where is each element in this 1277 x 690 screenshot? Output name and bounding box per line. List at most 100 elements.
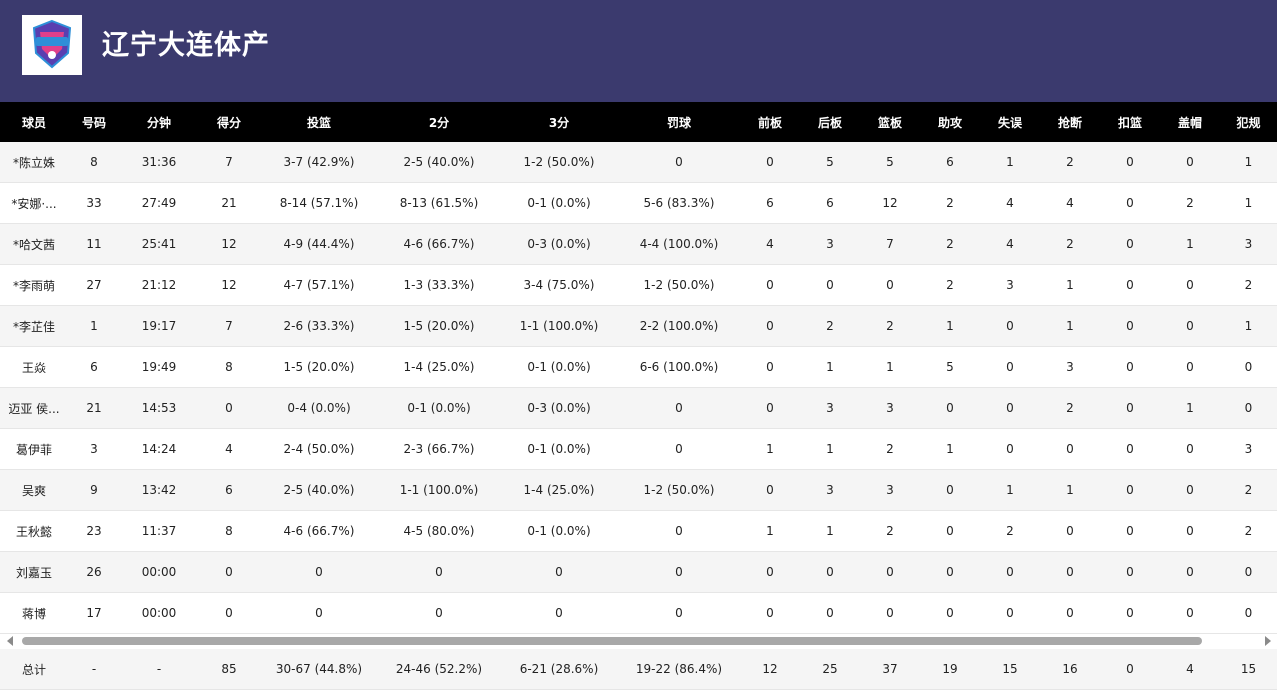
column-header[interactable]: 盖帽 xyxy=(1160,102,1220,142)
stat-cell: 4 xyxy=(980,223,1040,265)
player-name-cell[interactable]: *李芷佳 xyxy=(0,305,68,347)
stat-cell: 1 xyxy=(980,469,1040,511)
stat-cell: 0 xyxy=(1160,551,1220,593)
stat-cell: 0 xyxy=(920,469,980,511)
column-header[interactable]: 后板 xyxy=(800,102,860,142)
stat-cell: 0 xyxy=(980,551,1040,593)
totals-cell: - xyxy=(120,649,198,690)
player-name-cell[interactable]: *李雨萌 xyxy=(0,264,68,306)
player-name-cell[interactable]: 蒋博 xyxy=(0,592,68,634)
player-name-cell[interactable]: 刘嘉玉 xyxy=(0,551,68,593)
stat-cell: 5 xyxy=(800,142,860,183)
stat-cell: 0 xyxy=(378,551,500,593)
stat-cell: 1-5 (20.0%) xyxy=(260,346,378,388)
table-body: *陈立姝 8 31:36 7 3-7 (42.9%) 2-5 (40.0%) 1-2 (50… xyxy=(0,142,1277,634)
column-header[interactable]: 2分 xyxy=(378,102,500,142)
stat-cell: 4-7 (57.1%) xyxy=(260,264,378,306)
totals-row: 总计 - -85 30-67 (44.8%) 24-46 (52.2%) 6-21 (28… xyxy=(0,649,1277,690)
player-name-cell[interactable]: 王焱 xyxy=(0,346,68,388)
stat-cell: 4 xyxy=(1040,182,1100,224)
column-header[interactable]: 号码 xyxy=(68,102,120,142)
table-row: 迈亚 侯... 21 14:53 0 0-4 (0.0%) 0-1 (0.0%) 0-3 (… xyxy=(0,387,1277,429)
stat-cell: 0-4 (0.0%) xyxy=(260,387,378,429)
stat-cell: 5-6 (83.3%) xyxy=(618,182,740,224)
player-name-cell[interactable]: *陈立姝 xyxy=(0,142,68,183)
stat-cell: 0-1 (0.0%) xyxy=(500,428,618,470)
stat-cell: 0 xyxy=(740,387,800,429)
column-header[interactable]: 罚球 xyxy=(618,102,740,142)
column-header[interactable]: 前板 xyxy=(740,102,800,142)
column-header[interactable]: 篮板 xyxy=(860,102,920,142)
stat-cell: 7 xyxy=(198,305,260,347)
stat-cell: 2 xyxy=(1220,510,1277,552)
stat-cell: 2 xyxy=(1040,142,1100,183)
stat-cell: 6 xyxy=(920,142,980,183)
stat-cell: 0-1 (0.0%) xyxy=(378,387,500,429)
column-header[interactable]: 3分 xyxy=(500,102,618,142)
stat-cell: 1 xyxy=(920,305,980,347)
stat-cell: 27:49 xyxy=(120,182,198,224)
stat-cell: 0 xyxy=(740,469,800,511)
column-header[interactable]: 助攻 xyxy=(920,102,980,142)
stat-cell: 0 xyxy=(1160,428,1220,470)
stat-cell: 7 xyxy=(860,223,920,265)
stat-cell: 1 xyxy=(1160,223,1220,265)
column-header[interactable]: 犯规 xyxy=(1220,102,1277,142)
totals-cell: 24-46 (52.2%) xyxy=(378,649,500,690)
stat-cell: 17 xyxy=(68,592,120,634)
stat-cell: 6 xyxy=(198,469,260,511)
stat-cell: 1 xyxy=(860,346,920,388)
stat-cell: 2 xyxy=(1160,182,1220,224)
stat-cell: 0 xyxy=(618,428,740,470)
stat-cell: 13:42 xyxy=(120,469,198,511)
stat-cell: 0 xyxy=(1100,182,1160,224)
stat-cell: 6 xyxy=(740,182,800,224)
stat-cell: 1 xyxy=(920,428,980,470)
column-header[interactable]: 分钟 xyxy=(120,102,198,142)
stat-cell: 4-5 (80.0%) xyxy=(378,510,500,552)
stat-cell: 12 xyxy=(198,264,260,306)
stat-cell: 2 xyxy=(800,305,860,347)
stat-cell: 4 xyxy=(980,182,1040,224)
scroll-right-arrow-icon[interactable] xyxy=(1265,636,1271,646)
player-name-cell[interactable]: 王秋懿 xyxy=(0,510,68,552)
column-header[interactable]: 投篮 xyxy=(260,102,378,142)
column-header[interactable]: 得分 xyxy=(198,102,260,142)
table-row: 蒋博 17 00:00 0 0 0 0 0 0 0 0 0 0 0 0 0 0 xyxy=(0,592,1277,634)
stat-cell: 1-3 (33.3%) xyxy=(378,264,500,306)
stat-cell: 1-5 (20.0%) xyxy=(378,305,500,347)
horizontal-scrollbar[interactable] xyxy=(0,634,1277,648)
scroll-left-arrow-icon[interactable] xyxy=(7,636,13,646)
stat-cell: 2 xyxy=(920,182,980,224)
player-name-cell[interactable]: 迈亚 侯... xyxy=(0,387,68,429)
column-header[interactable]: 扣篮 xyxy=(1100,102,1160,142)
stat-cell: 3-4 (75.0%) xyxy=(500,264,618,306)
stat-cell: 4-6 (66.7%) xyxy=(378,223,500,265)
scrollbar-thumb[interactable] xyxy=(22,637,1202,645)
team-logo-icon xyxy=(22,15,82,75)
column-header[interactable]: 球员 xyxy=(0,102,68,142)
stat-cell: 2-2 (100.0%) xyxy=(618,305,740,347)
box-score-table-container[interactable]: 球员 号码 分钟 得分 投篮 2分 3分 罚球 前板 后板 篮板 助攻 失误 抢断 扣篮 盖帽 犯规 *陈立姝 8… xyxy=(0,102,1277,634)
stat-cell: 0 xyxy=(1220,346,1277,388)
player-name-cell[interactable]: 葛伊菲 xyxy=(0,428,68,470)
totals-cell: - xyxy=(68,649,120,690)
stat-cell: 0 xyxy=(980,305,1040,347)
totals-cell: 0 xyxy=(1100,649,1160,690)
column-header[interactable]: 失误 xyxy=(980,102,1040,142)
stat-cell: 0 xyxy=(740,264,800,306)
stat-cell: 3 xyxy=(1220,223,1277,265)
stat-cell: 2 xyxy=(920,223,980,265)
player-name-cell[interactable]: *安娜·... xyxy=(0,182,68,224)
stat-cell: 0 xyxy=(500,592,618,634)
player-name-cell[interactable]: *哈文茜 xyxy=(0,223,68,265)
stat-cell: 5 xyxy=(860,142,920,183)
table-header-row: 球员 号码 分钟 得分 投篮 2分 3分 罚球 前板 后板 篮板 助攻 失误 抢断 扣篮 盖帽 犯规 xyxy=(0,102,1277,142)
stat-cell: 1 xyxy=(1040,264,1100,306)
stat-cell: 0 xyxy=(618,387,740,429)
stat-cell: 0 xyxy=(800,592,860,634)
player-name-cell[interactable]: 吴爽 xyxy=(0,469,68,511)
stat-cell: 21 xyxy=(198,182,260,224)
stat-cell: 0 xyxy=(1100,305,1160,347)
column-header[interactable]: 抢断 xyxy=(1040,102,1100,142)
